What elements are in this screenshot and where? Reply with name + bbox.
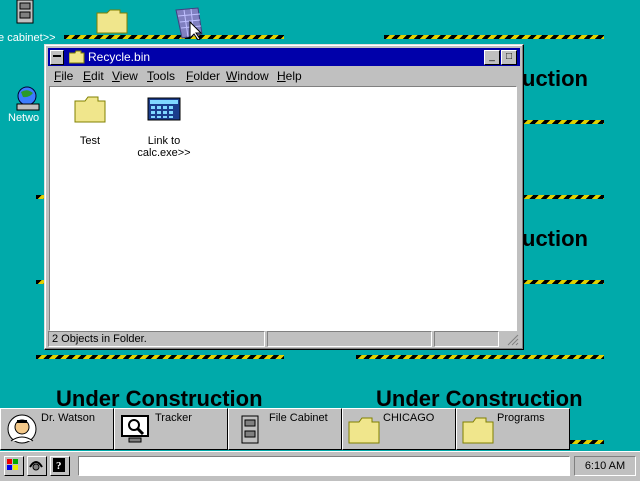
maximize-icon: □ [505,51,513,62]
under-construction-banner: uction [522,66,588,91]
construction-stripe [522,120,604,124]
network-tool-button[interactable] [27,456,47,476]
system-menu-button[interactable] [50,50,64,65]
svg-text:?: ? [56,460,62,472]
desktop-icon-label: File cabinet>> [0,32,56,44]
resize-grip-icon[interactable] [507,334,519,346]
menu-accel: V [112,69,120,83]
menu-accel: H [277,69,286,83]
network-icon [16,86,40,111]
status-text: 2 Objects in Folder. [48,331,265,347]
menu-accel: E [83,69,92,83]
network-neighborhood-icon [29,461,43,471]
construction-stripe [522,195,604,199]
construction-stripe [522,280,604,284]
menu-label: indow [237,69,269,83]
start-button[interactable] [4,456,24,476]
recycle-bin-window[interactable]: Recycle.bin _ □ File Edit View Tools Fol… [44,44,524,350]
tile-chicago[interactable]: CHICAGO [342,408,456,450]
tile-label: Dr. Watson [41,412,95,424]
file-cabinet-icon [241,415,259,444]
menu-help[interactable]: Help [277,69,302,83]
file-item-link-calc[interactable]: Link to calc.exe>> [124,95,204,159]
tile-label: File Cabinet [269,412,328,424]
help-button[interactable]: ? [50,456,70,476]
menu-folder[interactable]: Folder [186,69,220,83]
menu-tools[interactable]: Tools [147,69,175,83]
menu-label: ools [153,69,176,83]
under-construction-banner: uction [522,226,588,251]
menu-file[interactable]: File [54,69,73,83]
command-input[interactable] [78,456,570,476]
menu-label: iew [119,69,138,83]
windows-logo-icon [7,459,18,470]
tile-label: CHICAGO [383,412,435,424]
desktop-icon-file-cabinet[interactable]: File cabinet>> [0,0,60,44]
minimize-icon: _ [489,51,495,62]
menu-view[interactable]: View [112,69,138,83]
file-item-label: Link to [147,135,181,147]
folder-icon [348,417,380,444]
tile-file-cabinet[interactable]: File Cabinet [228,408,342,450]
menu-edit[interactable]: Edit [83,69,104,83]
calculator-icon [147,97,181,121]
status-pane [267,331,432,347]
tile-dr-watson[interactable]: Dr. Watson [0,408,114,450]
menu-label: elp [285,69,302,83]
help-book-icon: ? [53,458,65,472]
file-item-label: Test [79,135,101,147]
file-cabinet-icon [16,0,34,24]
system-menu-icon [53,55,61,57]
folder-icon [74,96,106,123]
monitor-magnifier-icon [121,415,149,443]
taskbar: ? 6:10 AM [0,451,640,481]
tile-tracker[interactable]: Tracker [114,408,228,450]
menu-accel: W [226,69,238,83]
folder-icon [69,50,85,64]
clock: 6:10 AM [574,456,636,476]
tile-programs[interactable]: Programs [456,408,570,450]
menu-label: dit [91,69,104,83]
status-pane [434,331,499,347]
desktop-icon-label: Netwo [8,112,40,124]
status-bar: 2 Objects in Folder. [48,331,520,348]
file-item-label: calc.exe>> [137,147,191,159]
minimize-button[interactable]: _ [484,50,500,65]
desktop-icon-network[interactable]: Netwo [8,84,48,124]
menu-label: ile [61,69,74,83]
tile-label: Tracker [155,412,192,424]
file-item-test[interactable]: Test [50,95,130,147]
recycle-bin-icon [175,7,203,41]
desktop-icon-recycle-bin[interactable] [172,4,206,43]
construction-stripe [36,355,284,359]
title-bar[interactable]: Recycle.bin _ □ [48,48,520,66]
folder-icon [462,417,494,444]
menu-window[interactable]: Window [226,69,269,83]
window-title: Recycle.bin [88,50,151,64]
doctor-icon [7,414,37,444]
desktop-icon-folder[interactable] [96,8,128,37]
maximize-button[interactable]: □ [501,50,517,65]
folder-icon [96,9,128,34]
construction-stripe [356,355,604,359]
menu-label: older [193,69,221,83]
folder-content[interactable]: Test Link to calc.exe>> [49,86,517,331]
construction-stripe [570,440,604,444]
menu-bar: File Edit View Tools Folder Window Help [48,67,520,85]
tile-label: Programs [497,412,545,424]
construction-stripe [384,35,604,39]
